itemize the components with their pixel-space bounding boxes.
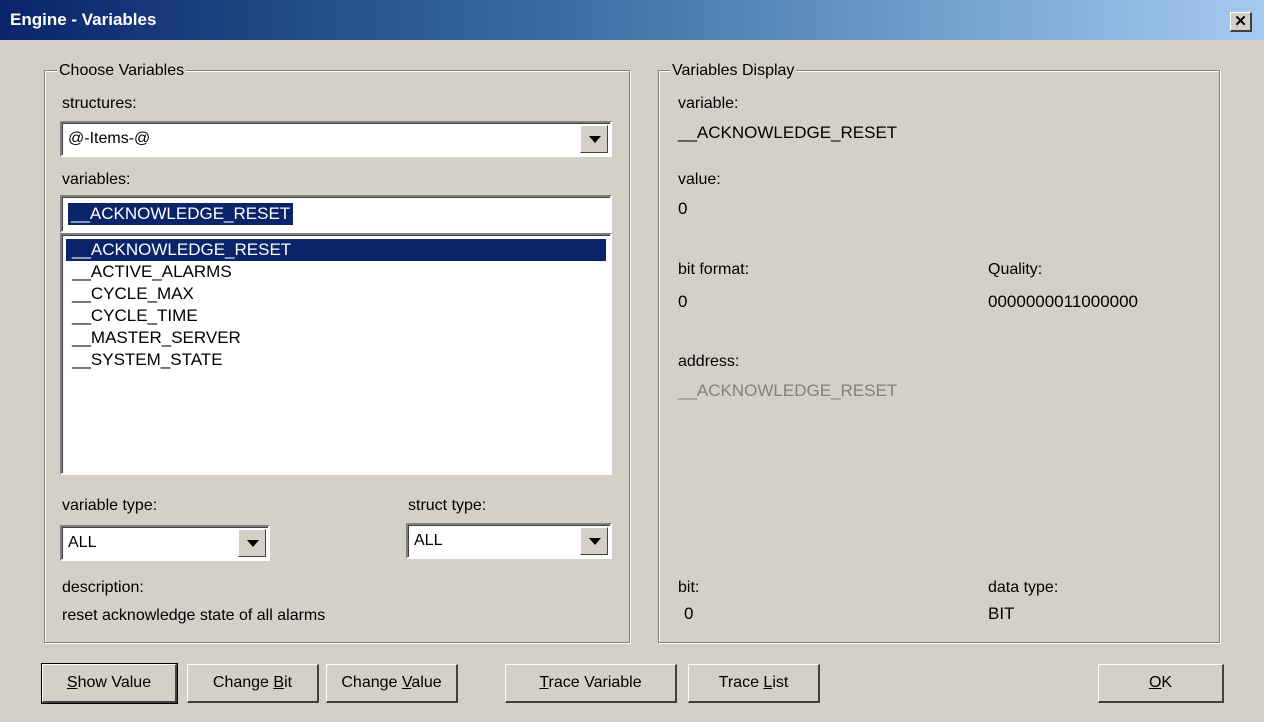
struct-type-combo[interactable]: ALL [406,523,612,559]
variable-search-input[interactable]: __ACKNOWLEDGE_RESET [60,195,612,233]
window-title: Engine - Variables [10,10,157,29]
variables-display-group [658,70,1220,643]
show-value-label: how Value [77,674,152,691]
data-type-value: BIT [988,604,1015,623]
trace-variable-label: race Variable [548,674,642,691]
trace-list-button[interactable]: Trace List [688,664,820,703]
trace-list-label: ist [772,674,789,691]
trace-variable-accel: T [539,674,549,691]
change-value-button[interactable]: Change Value [326,664,458,703]
change-value-accel: V [401,674,412,691]
trace-list-accel: L [763,674,773,691]
list-item[interactable]: __MASTER_SERVER [66,327,241,349]
structures-value: @-Items-@ [68,130,151,147]
variable-type-dropdown-button[interactable] [238,529,266,557]
value-value: 0 [678,199,688,218]
variable-type-label: variable type: [62,497,158,514]
structures-label: structures: [62,95,137,112]
bit-label: bit: [678,579,700,596]
variables-display-legend: Variables Display [670,62,797,80]
variables-label: variables: [62,171,131,188]
trace-list-pre: Trace [718,674,764,691]
change-bit-label: it [284,674,293,691]
variable-type-value: ALL [68,534,97,551]
bit-value: 0 [684,604,694,623]
change-bit-accel: B [273,674,285,691]
choose-variables-legend: Choose Variables [57,62,187,80]
list-item[interactable]: __ACKNOWLEDGE_RESET [66,239,606,261]
variable-search-value: __ACKNOWLEDGE_RESET [68,203,294,225]
show-value-accel: S [66,674,78,691]
variable-type-combo[interactable]: ALL [60,525,270,561]
structures-combo[interactable]: @-Items-@ [60,121,612,157]
struct-type-value: ALL [414,532,443,549]
bit-format-label: bit format: [678,261,750,278]
description-value: reset acknowledge state of all alarms [62,607,326,624]
quality-label: Quality: [988,261,1043,278]
variable-label: variable: [678,95,739,112]
change-value-pre: Change [341,674,402,691]
struct-type-dropdown-button[interactable] [580,527,608,555]
list-item[interactable]: __SYSTEM_STATE [66,349,223,371]
address-label: address: [678,353,740,370]
list-item[interactable]: __CYCLE_MAX [66,283,194,305]
title-bar[interactable] [0,0,1264,40]
change-bit-pre: Change [212,674,274,691]
value-label: value: [678,171,721,188]
quality-value: 0000000011000000 [988,292,1139,311]
struct-type-label: struct type: [408,497,487,514]
ok-button[interactable]: OK [1098,664,1224,703]
close-button[interactable]: ✕ [1230,12,1252,32]
ok-accel: O [1148,674,1162,691]
variables-listbox[interactable]: __ACKNOWLEDGE_RESET __ACTIVE_ALARMS __CY… [60,233,612,475]
list-item[interactable]: __CYCLE_TIME [66,305,198,327]
trace-variable-button[interactable]: Trace Variable [505,664,677,703]
structures-dropdown-button[interactable] [580,125,608,153]
ok-label: K [1161,674,1173,691]
address-value: __ACKNOWLEDGE_RESET [678,381,898,400]
bit-format-value: 0 [678,292,688,311]
change-bit-button[interactable]: Change Bit [187,664,319,703]
data-type-label: data type: [988,579,1059,596]
show-value-button[interactable]: Show Value [41,663,178,704]
list-item[interactable]: __ACTIVE_ALARMS [66,261,232,283]
description-label: description: [62,579,144,596]
change-value-label: alue [411,674,442,691]
variable-value: __ACKNOWLEDGE_RESET [678,123,898,142]
